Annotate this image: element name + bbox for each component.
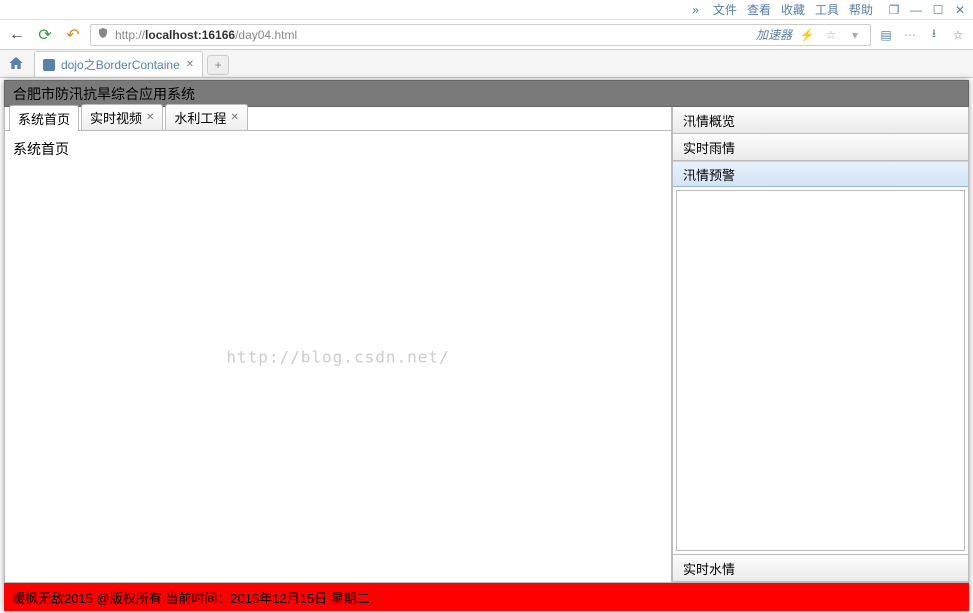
accordion-title[interactable]: 汛情概览 xyxy=(673,107,968,133)
favicon-icon xyxy=(43,59,55,71)
browser-menu-bar: 文件 查看 收藏 工具 帮助 ❐ — ☐ ✕ xyxy=(0,0,973,20)
back-button[interactable]: ← xyxy=(6,24,28,46)
menu-view[interactable]: 查看 xyxy=(747,1,771,18)
tab-realtime-video[interactable]: 实时视频 ✕ xyxy=(81,104,163,130)
browser-toolbar: ← ⟳ ↶ http://localhost:16166/day04.html … xyxy=(0,20,973,50)
undo-button[interactable]: ↶ xyxy=(62,24,84,46)
more-icon[interactable]: ⋯ xyxy=(901,26,919,44)
tab-water-project[interactable]: 水利工程 ✕ xyxy=(165,104,247,130)
shield-icon xyxy=(97,27,109,42)
home-icon[interactable] xyxy=(6,53,26,73)
browser-tab-strip: dojo之BorderContaine ✕ + xyxy=(0,50,973,78)
content-tabs: 系统首页 实时视频 ✕ 水利工程 ✕ xyxy=(5,107,671,131)
window-close-icon[interactable]: ✕ xyxy=(953,3,967,17)
watermark-text: http://blog.csdn.net/ xyxy=(226,347,449,366)
content-text: 系统首页 xyxy=(13,141,69,157)
app-header: 合肥市防汛抗旱综合应用系统 xyxy=(4,80,969,107)
lightning-icon[interactable]: ⚡ xyxy=(798,26,816,44)
address-bar[interactable]: http://localhost:16166/day04.html 加速器 ⚡ … xyxy=(90,24,871,46)
tab-system-home[interactable]: 系统首页 xyxy=(9,105,79,131)
tab-label: 水利工程 xyxy=(174,108,226,127)
main-layout: 系统首页 实时视频 ✕ 水利工程 ✕ 系统首页 http://blog.csdn… xyxy=(4,107,969,583)
accordion-title[interactable]: 实时水情 xyxy=(673,555,968,581)
menu-favorites[interactable]: 收藏 xyxy=(781,1,805,18)
dropdown-icon[interactable]: ▾ xyxy=(846,26,864,44)
accordion-item-warning: 汛情预警 xyxy=(673,161,968,555)
accordion-item-overview: 汛情概览 xyxy=(673,107,968,134)
accordion-item-rain: 实时雨情 xyxy=(673,134,968,161)
close-icon[interactable]: ✕ xyxy=(230,112,238,123)
tab-content-pane: 系统首页 http://blog.csdn.net/ xyxy=(5,131,671,582)
download-icon[interactable]: ⭳ xyxy=(925,26,943,44)
new-tab-button[interactable]: + xyxy=(207,55,229,75)
browser-tab-active[interactable]: dojo之BorderContaine ✕ xyxy=(34,51,203,77)
window-minimize-icon[interactable]: — xyxy=(909,3,923,17)
refresh-button[interactable]: ⟳ xyxy=(34,24,56,46)
center-region: 系统首页 实时视频 ✕ 水利工程 ✕ 系统首页 http://blog.csdn… xyxy=(5,107,672,582)
browser-tab-title: dojo之BorderContaine xyxy=(61,56,180,73)
close-icon[interactable]: ✕ xyxy=(186,59,194,70)
right-region: 汛情概览 实时雨情 汛情预警 实时水情 xyxy=(672,107,968,582)
menu-tools[interactable]: 工具 xyxy=(815,1,839,18)
accordion-title[interactable]: 汛情预警 xyxy=(673,161,968,187)
window-clone-icon[interactable]: ❐ xyxy=(887,3,901,17)
accordion-title[interactable]: 实时雨情 xyxy=(673,134,968,160)
menu-overflow-icon[interactable] xyxy=(692,3,703,17)
accordion-item-water: 实时水情 xyxy=(673,555,968,582)
menu-file[interactable]: 文件 xyxy=(713,1,737,18)
url-text: http://localhost:16166/day04.html xyxy=(115,28,297,42)
window-maximize-icon[interactable]: ☐ xyxy=(931,3,945,17)
menu-help[interactable]: 帮助 xyxy=(849,1,873,18)
footer-text: 暖枫无敌2015 @版权所有 当前时间：2015年12月15日 星期二 xyxy=(12,588,370,607)
accordion-pane xyxy=(676,190,965,551)
tab-label: 实时视频 xyxy=(90,108,142,127)
bookmark-star-icon[interactable]: ☆ xyxy=(949,26,967,44)
page-content: 合肥市防汛抗旱综合应用系统 系统首页 实时视频 ✕ 水利工程 ✕ 系统首页 ht… xyxy=(4,80,969,611)
app-title: 合肥市防汛抗旱综合应用系统 xyxy=(13,84,195,104)
tab-label: 系统首页 xyxy=(18,109,70,128)
close-icon[interactable]: ✕ xyxy=(146,112,154,123)
translate-icon[interactable]: ▤ xyxy=(877,26,895,44)
accelerator-label[interactable]: 加速器 xyxy=(756,26,792,43)
footer-bar: 暖枫无敌2015 @版权所有 当前时间：2015年12月15日 星期二 xyxy=(4,583,969,611)
star-icon[interactable]: ☆ xyxy=(822,26,840,44)
